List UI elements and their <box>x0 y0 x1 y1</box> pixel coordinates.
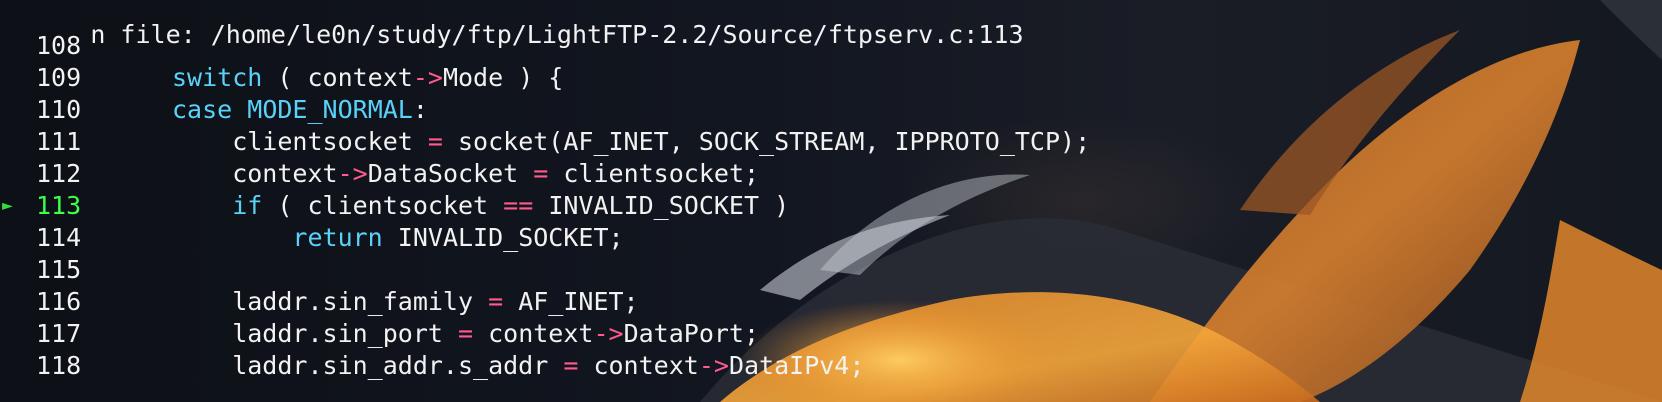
code-token: laddr.sin_family <box>172 287 489 316</box>
line-number: 118 <box>36 351 82 380</box>
code-token: context <box>172 159 338 188</box>
operator-token: = <box>457 319 474 348</box>
code-line: 115 <box>0 254 1662 286</box>
terminal-window[interactable]: n file: /home/le0n/study/ftp/LightFTP-2.… <box>0 0 1662 402</box>
code-token: Mode ) { <box>442 63 564 92</box>
code-token: laddr.sin_port <box>172 319 458 348</box>
code-token: DataSocket <box>367 159 534 188</box>
code-line: 112 context->DataSocket = clientsocket; <box>0 158 1662 190</box>
code-token: ( context <box>262 63 413 92</box>
line-number: 115 <box>36 255 82 284</box>
code-token: clientsocket <box>172 127 428 156</box>
source-code: case MODE_NORMAL: <box>172 94 428 126</box>
code-line: 114 return INVALID_SOCKET; <box>0 222 1662 254</box>
source-code: laddr.sin_port = context->DataPort; <box>172 318 759 350</box>
operator-token: = <box>563 351 579 380</box>
operator-token: == <box>503 191 534 220</box>
code-line: 108 <box>0 30 1662 62</box>
operator-token: = <box>533 159 549 188</box>
line-number: 116 <box>36 287 82 316</box>
operator-token: = <box>488 287 504 316</box>
code-token: context <box>473 319 594 348</box>
line-number: 110 <box>36 95 82 124</box>
source-code: laddr.sin_addr.s_addr = context->DataIPv… <box>172 350 864 382</box>
code-token: : <box>412 95 428 124</box>
line-number: 109 <box>36 63 82 92</box>
operator-token: -> <box>412 63 443 92</box>
code-token: DataIPv4; <box>728 351 865 380</box>
code-line: 118 laddr.sin_addr.s_addr = context->Dat… <box>0 350 1662 382</box>
source-code: clientsocket = socket(AF_INET, SOCK_STRE… <box>172 126 1090 158</box>
code-token: INVALID_SOCKET; <box>382 223 624 252</box>
current-line-arrow-icon: ► <box>2 195 13 216</box>
source-listing: n file: /home/le0n/study/ftp/LightFTP-2.… <box>0 0 1662 382</box>
operator-token: -> <box>698 351 729 380</box>
keyword-token: case <box>172 95 233 124</box>
code-line: 110 case MODE_NORMAL: <box>0 94 1662 126</box>
source-code: if ( clientsocket == INVALID_SOCKET ) <box>172 190 789 222</box>
keyword-token: MODE_NORMAL <box>247 95 413 124</box>
line-number: 108 <box>36 31 82 60</box>
line-number: 113 <box>36 191 82 220</box>
source-code: switch ( context->Mode ) { <box>172 62 563 94</box>
line-number: 111 <box>36 127 82 156</box>
code-token: laddr.sin_addr.s_addr <box>172 351 564 380</box>
keyword-token: switch <box>172 63 263 92</box>
source-code: return INVALID_SOCKET; <box>172 222 624 254</box>
source-code: context->DataSocket = clientsocket; <box>172 158 759 190</box>
line-number: 117 <box>36 319 82 348</box>
keyword-token: if <box>232 191 263 220</box>
operator-token: = <box>427 127 443 156</box>
code-line: 111 clientsocket = socket(AF_INET, SOCK_… <box>0 126 1662 158</box>
line-number: 114 <box>36 223 82 252</box>
source-code: laddr.sin_family = AF_INET; <box>172 286 639 318</box>
code-token: DataPort; <box>623 319 760 348</box>
code-token: clientsocket; <box>548 159 760 188</box>
keyword-token: return <box>292 223 383 252</box>
code-line: 117 laddr.sin_port = context->DataPort; <box>0 318 1662 350</box>
code-line: 116 laddr.sin_family = AF_INET; <box>0 286 1662 318</box>
code-token: ( clientsocket <box>262 191 504 220</box>
source-file-header: n file: /home/le0n/study/ftp/LightFTP-2.… <box>0 0 1662 48</box>
code-token: context <box>578 351 699 380</box>
code-line: 109 switch ( context->Mode ) { <box>0 62 1662 94</box>
operator-token: -> <box>337 159 368 188</box>
code-token: socket(AF_INET, SOCK_STREAM, IPPROTO_TCP… <box>442 127 1091 156</box>
code-token: AF_INET; <box>503 287 639 316</box>
code-line-current: ► 113 if ( clientsocket == INVALID_SOCKET… <box>0 190 1662 222</box>
line-number: 112 <box>36 159 82 188</box>
operator-token: -> <box>593 319 624 348</box>
code-token: INVALID_SOCKET ) <box>533 191 790 220</box>
